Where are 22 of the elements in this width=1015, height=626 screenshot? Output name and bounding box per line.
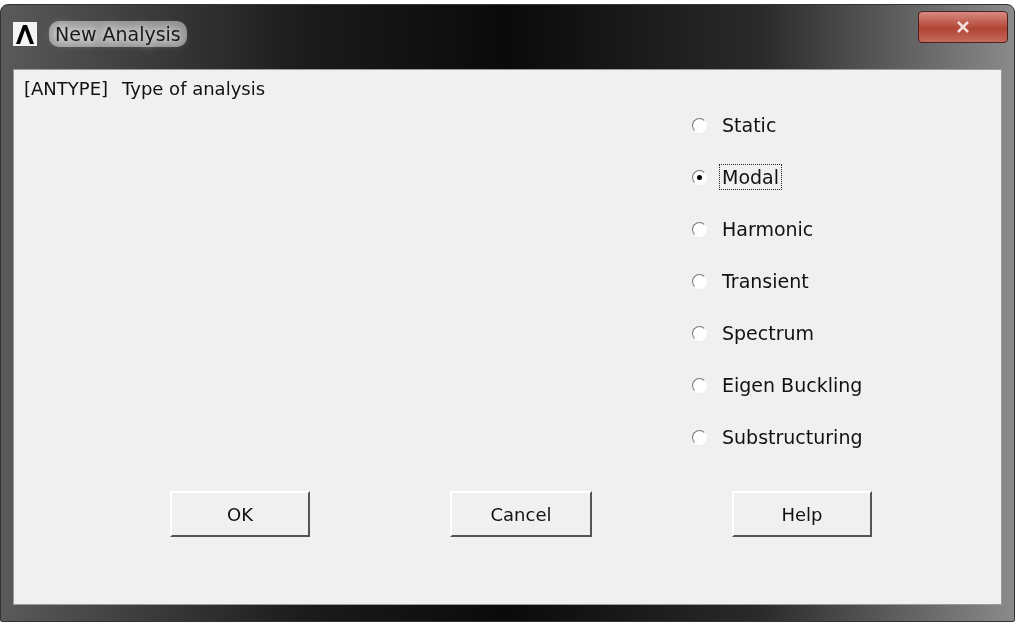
- app-logo-icon: [13, 22, 37, 46]
- radio-button[interactable]: [692, 273, 707, 289]
- radio-button[interactable]: [692, 429, 707, 445]
- command-code: [ANTYPE]: [24, 78, 109, 99]
- dialog-button[interactable]: Cancel: [450, 491, 592, 537]
- option-label[interactable]: Modal: [719, 164, 782, 190]
- option-label[interactable]: Static: [719, 112, 780, 138]
- option-label[interactable]: Spectrum: [719, 320, 818, 346]
- option-label[interactable]: Eigen Buckling: [719, 372, 866, 398]
- prompt-label: Type of analysis: [122, 78, 266, 99]
- option-label[interactable]: Transient: [719, 268, 812, 294]
- radio-button[interactable]: [692, 325, 707, 341]
- dialog-button[interactable]: Help: [732, 491, 872, 537]
- radio-button[interactable]: [692, 221, 707, 237]
- option-label[interactable]: Substructuring: [719, 424, 866, 450]
- close-icon: [956, 21, 970, 33]
- option-label[interactable]: Harmonic: [719, 216, 817, 242]
- radio-button[interactable]: [692, 169, 707, 185]
- radio-button[interactable]: [692, 377, 707, 393]
- close-button[interactable]: [918, 11, 1008, 43]
- dialog-button[interactable]: OK: [170, 491, 310, 537]
- radio-button[interactable]: [692, 117, 707, 133]
